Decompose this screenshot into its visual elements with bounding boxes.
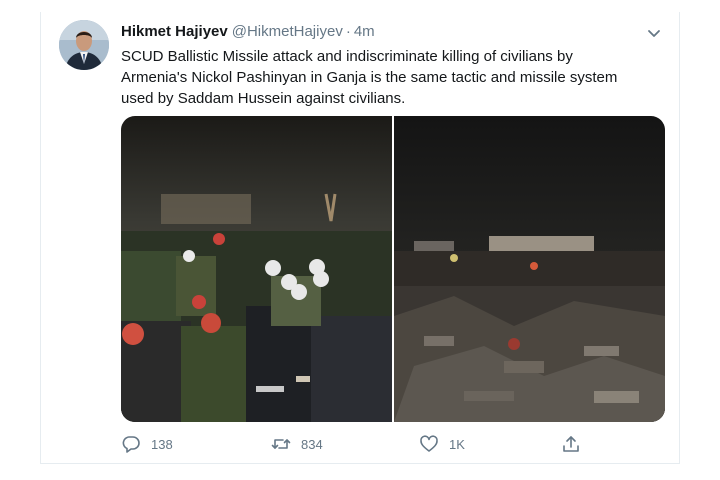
photo-rubble-night[interactable]	[394, 116, 665, 422]
retweet-count: 834	[301, 436, 323, 452]
avatar[interactable]	[59, 20, 109, 70]
user-handle[interactable]: @HikmetHajiyev	[232, 23, 343, 40]
tweet-text: SCUD Ballistic Missile attack and indisc…	[121, 48, 618, 107]
retweet-icon	[271, 439, 291, 449]
like-button[interactable]: 1K	[419, 432, 465, 456]
chevron-down-icon[interactable]	[645, 24, 663, 42]
share-icon	[563, 436, 579, 452]
reply-button[interactable]: 138	[121, 432, 173, 456]
share-button[interactable]	[561, 432, 581, 456]
tweet-card[interactable]: Hikmet Hajiyev @HikmetHajiyev · 4m SCUD Bal…	[40, 12, 680, 464]
photo-rescue-workers[interactable]	[121, 116, 392, 422]
tweet-header: Hikmet Hajiyev @HikmetHajiyev · 4m	[121, 22, 375, 42]
display-name[interactable]: Hikmet Hajiyev	[121, 23, 228, 40]
like-count: 1K	[449, 436, 465, 452]
timestamp[interactable]: 4m	[354, 23, 375, 40]
reply-icon	[122, 436, 140, 453]
reply-count: 138	[151, 436, 173, 452]
avatar-image	[59, 20, 109, 70]
separator-dot: ·	[345, 23, 351, 40]
retweet-button[interactable]: 834	[271, 432, 323, 456]
media-grid	[121, 116, 665, 422]
tweet-actions: 138 834 1K	[121, 432, 641, 456]
heart-icon	[420, 435, 438, 452]
